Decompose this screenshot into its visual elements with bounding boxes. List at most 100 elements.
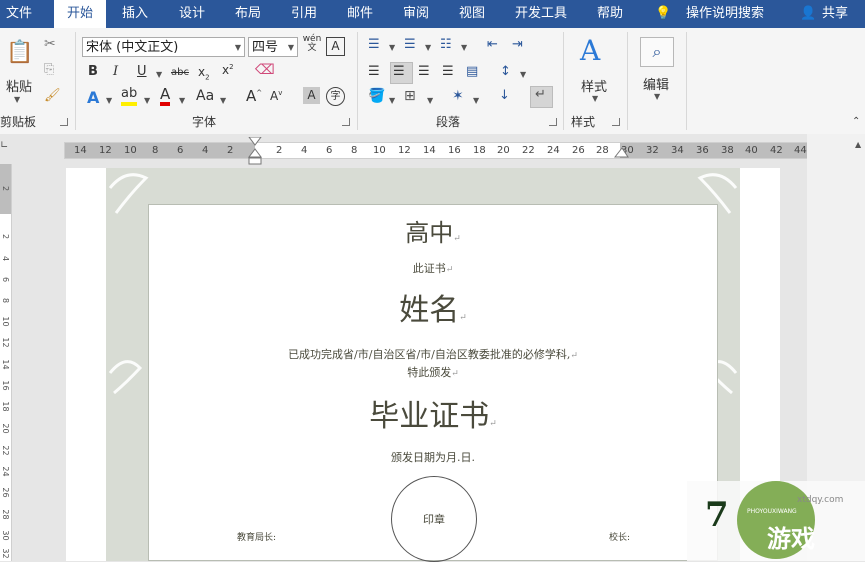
search-icon[interactable]: ⌕ xyxy=(640,37,674,67)
font-name-combobox[interactable]: 宋体 (中文正文) ▼ xyxy=(82,37,245,57)
tell-me-search[interactable]: 操作说明搜索 xyxy=(680,0,770,28)
bold-icon[interactable]: B xyxy=(88,64,98,79)
tab-insert[interactable]: 插入 xyxy=(112,0,158,28)
certificate-label[interactable]: 此证书↵ xyxy=(149,260,717,276)
tab-developer[interactable]: 开发工具 xyxy=(506,0,576,28)
tab-selector-icon[interactable]: ∟ xyxy=(0,140,11,157)
chevron-down-icon[interactable]: ▼ xyxy=(389,96,395,105)
paste-button[interactable]: 粘贴 xyxy=(4,76,34,95)
tab-review[interactable]: 审阅 xyxy=(394,0,438,28)
chevron-down-icon[interactable]: ▼ xyxy=(144,96,150,105)
tab-help[interactable]: 帮助 xyxy=(588,0,632,28)
align-right-icon[interactable]: ☰ xyxy=(418,64,430,79)
ruler-number: 8 xyxy=(351,145,358,156)
character-shading-icon[interactable]: A xyxy=(303,87,320,104)
seal-circle[interactable]: 印章 xyxy=(391,476,477,562)
clear-formatting-icon[interactable]: ⌫ xyxy=(255,62,275,78)
styles-launcher-icon[interactable] xyxy=(612,118,620,126)
chevron-down-icon[interactable]: ▼ xyxy=(473,96,479,105)
align-left-icon[interactable]: ☰ xyxy=(368,64,380,79)
subscript-icon[interactable]: x2 xyxy=(198,65,210,81)
body-line-1[interactable]: 已成功完成省/市/自治区省/市/自治区教委批准的必修学科,↵ xyxy=(149,346,717,362)
share-button[interactable]: 共享 xyxy=(818,0,852,28)
cut-icon[interactable]: ✂ xyxy=(44,36,56,52)
multilevel-list-icon[interactable]: ☷ xyxy=(440,37,452,52)
tab-mailings[interactable]: 邮件 xyxy=(338,0,382,28)
director-signature[interactable]: 教育局长: xyxy=(237,530,317,543)
change-case-icon[interactable]: Aa xyxy=(196,88,214,104)
body-line-2[interactable]: 特此颁发↵ xyxy=(149,364,717,380)
paste-dropdown-icon[interactable]: ▼ xyxy=(14,95,20,104)
text-effects-icon[interactable]: A xyxy=(87,88,99,107)
student-name[interactable]: 姓名↵ xyxy=(149,285,717,329)
ruler-number: 16 xyxy=(448,145,461,156)
line-spacing-icon[interactable]: ↕ xyxy=(500,64,511,79)
phonetic-guide-icon[interactable]: wén 文 xyxy=(302,35,322,53)
superscript-icon[interactable]: x2 xyxy=(222,63,234,77)
format-painter-icon[interactable]: 🖌 xyxy=(44,88,61,103)
italic-icon[interactable]: I xyxy=(113,64,118,79)
strikethrough-icon[interactable]: abc xyxy=(171,67,189,78)
tab-file[interactable]: 文件 xyxy=(0,0,38,28)
tab-view[interactable]: 视图 xyxy=(450,0,494,28)
paragraph-launcher-icon[interactable] xyxy=(549,118,557,126)
indent-marker-icon[interactable] xyxy=(248,137,264,167)
chevron-down-icon[interactable]: ▼ xyxy=(520,70,526,79)
font-color-icon[interactable]: A xyxy=(160,86,171,106)
ruler-number: 24 xyxy=(1,466,10,477)
shading-icon[interactable]: 🪣 xyxy=(368,88,385,104)
tab-references[interactable]: 引用 xyxy=(282,0,326,28)
chevron-down-icon[interactable]: ▼ xyxy=(179,96,185,105)
chevron-down-icon[interactable]: ▼ xyxy=(425,43,431,52)
shrink-font-icon[interactable]: Av xyxy=(270,89,282,103)
collapse-ribbon-icon[interactable]: ⌃ xyxy=(852,116,860,127)
distributed-icon[interactable]: ▤ xyxy=(466,64,478,79)
styles-button[interactable]: 样式 xyxy=(579,76,609,95)
chinese-layout-icon[interactable]: ✶ xyxy=(452,88,464,104)
chevron-down-icon[interactable]: ▼ xyxy=(654,92,660,101)
underline-icon[interactable]: U xyxy=(137,64,147,79)
highlight-icon[interactable]: ab xyxy=(121,86,138,106)
diploma-title[interactable]: 毕业证书↵ xyxy=(149,391,717,435)
chevron-down-icon[interactable]: ▼ xyxy=(156,70,162,79)
clipboard-launcher-icon[interactable] xyxy=(60,118,68,126)
chevron-down-icon[interactable]: ▼ xyxy=(106,96,112,105)
ruler-number: 4 xyxy=(1,255,10,262)
styles-icon[interactable]: A xyxy=(580,34,600,67)
enclose-characters-icon[interactable]: 字 xyxy=(326,87,345,106)
ribbon: 📋 粘贴 ▼ ✂ ⎘ 🖌 剪贴板 宋体 (中文正文) ▼ 四号 ▼ wén 文 A B… xyxy=(0,28,865,135)
bullets-icon[interactable]: ☰ xyxy=(368,37,380,52)
copy-icon[interactable]: ⎘ xyxy=(44,62,54,77)
document-page[interactable]: 高中↵ 此证书↵ 姓名↵ 已成功完成省/市/自治区省/市/自治区教委批准的必修学… xyxy=(66,168,780,562)
chevron-down-icon[interactable]: ▼ xyxy=(220,96,226,105)
chevron-down-icon[interactable]: ▼ xyxy=(592,94,598,103)
tab-design[interactable]: 设计 xyxy=(170,0,214,28)
numbering-icon[interactable]: ☰ xyxy=(404,37,416,52)
character-border-icon[interactable]: A xyxy=(326,37,345,56)
font-launcher-icon[interactable] xyxy=(342,118,350,126)
vertical-ruler[interactable]: 2 2 4 6 8 10 12 14 16 18 20 22 24 26 28 … xyxy=(0,164,12,561)
tab-layout[interactable]: 布局 xyxy=(226,0,270,28)
scroll-up-icon[interactable]: ▲ xyxy=(855,140,861,149)
school-title[interactable]: 高中↵ xyxy=(149,213,717,248)
borders-icon[interactable]: ⊞ xyxy=(404,88,416,104)
horizontal-ruler[interactable]: 14 12 10 8 6 4 2 2 4 6 8 10 12 14 16 18 … xyxy=(64,142,809,159)
font-size-combobox[interactable]: 四号 ▼ xyxy=(248,37,298,57)
chevron-down-icon[interactable]: ▼ xyxy=(389,43,395,52)
paragraph-mark-icon[interactable]: ↵ xyxy=(535,87,546,102)
paste-icon[interactable]: 📋 xyxy=(4,40,36,70)
sort-icon[interactable]: ↓ xyxy=(499,88,510,103)
seal-label: 印章 xyxy=(423,513,445,526)
right-indent-marker-icon[interactable] xyxy=(614,146,630,160)
chevron-down-icon[interactable]: ▼ xyxy=(427,96,433,105)
decrease-indent-icon[interactable]: ⇤ xyxy=(487,37,498,52)
chevron-down-icon[interactable]: ▼ xyxy=(461,43,467,52)
editing-button[interactable]: 编辑 xyxy=(641,74,671,93)
align-center-icon[interactable]: ☰ xyxy=(393,64,405,79)
increase-indent-icon[interactable]: ⇥ xyxy=(512,37,523,52)
justify-icon[interactable]: ☰ xyxy=(442,64,454,79)
tab-home[interactable]: 开始 xyxy=(54,0,106,28)
principal-signature[interactable]: 校长: xyxy=(609,530,649,543)
issue-date[interactable]: 颁发日期为月.日. xyxy=(149,449,717,465)
grow-font-icon[interactable]: A^ xyxy=(246,87,262,105)
